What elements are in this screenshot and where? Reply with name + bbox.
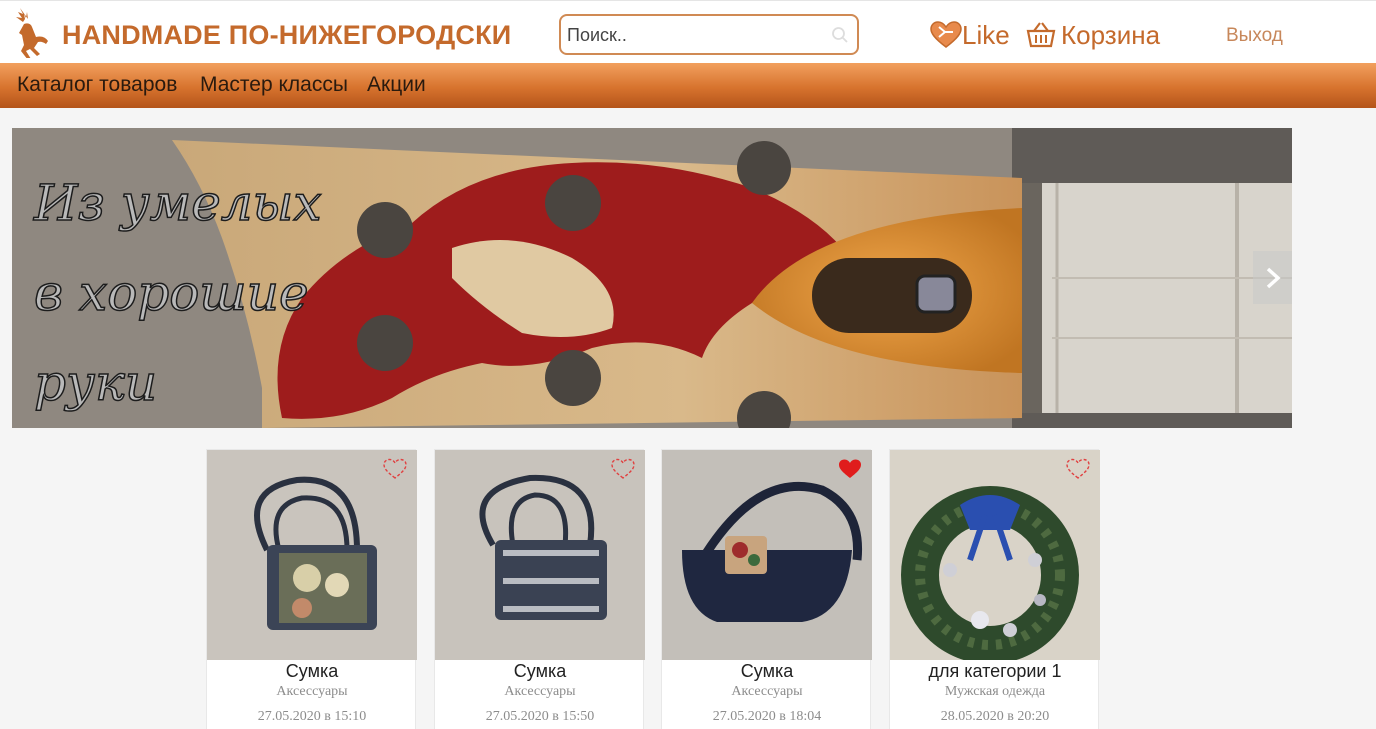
product-card[interactable]: Сумка Аксессуары 27.05.2020 в 15:10 — [206, 449, 417, 729]
product-card[interactable]: Сумка Аксессуары 27.05.2020 в 15:50 — [434, 449, 645, 729]
product-card[interactable]: Сумка Аксессуары 27.05.2020 в 18:04 — [661, 449, 872, 729]
cart-label: Корзина — [1061, 19, 1161, 50]
product-title[interactable]: для категории 1 — [890, 661, 1100, 682]
product-category: Аксессуары — [504, 684, 576, 699]
nav-item-catalog[interactable]: Каталог товаров — [17, 73, 177, 97]
banner-line-3: руки — [33, 353, 158, 413]
product-title[interactable]: Сумка — [662, 661, 872, 682]
search-box — [559, 14, 859, 55]
bag-image — [435, 450, 645, 660]
product-photo[interactable] — [890, 450, 1100, 660]
product-title[interactable]: Сумка — [435, 661, 645, 682]
cart-link[interactable]: Корзина — [1025, 19, 1160, 51]
wreath-image — [890, 450, 1100, 660]
product-category: Аксессуары — [731, 684, 803, 699]
bag-image — [662, 450, 872, 660]
slider-next-button[interactable] — [1253, 251, 1292, 304]
heart-icon — [930, 21, 962, 48]
hero-banner[interactable]: Из умелых в хорошие руки — [12, 128, 1292, 428]
product-photo[interactable] — [662, 450, 872, 660]
nav-item-promotions[interactable]: Акции — [367, 73, 426, 97]
main-nav: Каталог товаров Мастер классы Акции — [0, 63, 1376, 108]
logout-link[interactable]: Выход — [1226, 25, 1283, 47]
product-photo[interactable] — [435, 450, 645, 660]
search-input[interactable] — [567, 23, 822, 47]
search-icon[interactable] — [831, 26, 849, 44]
product-date: 28.05.2020 в 20:20 — [940, 709, 1050, 724]
product-date: 27.05.2020 в 18:04 — [712, 709, 822, 724]
product-title[interactable]: Сумка — [207, 661, 417, 682]
product-date: 27.05.2020 в 15:10 — [257, 709, 367, 724]
product-category: Аксессуары — [276, 684, 348, 699]
deer-logo-icon[interactable] — [10, 6, 52, 58]
product-category: Мужская одежда — [944, 684, 1046, 699]
banner-line-2: в хорошие — [33, 263, 309, 323]
banner-slogan: Из умелых в хорошие руки — [33, 158, 322, 428]
favorite-active-icon[interactable] — [838, 458, 862, 480]
nav-item-master-classes[interactable]: Мастер классы — [200, 73, 348, 97]
like-link[interactable]: Like — [930, 19, 1010, 51]
favorite-toggle-icon[interactable] — [383, 458, 407, 480]
site-header: HANDMADE ПО-НИЖЕГОРОДСКИ Like Корзина Вы… — [0, 0, 1376, 63]
basket-icon — [1026, 22, 1056, 48]
like-label: Like — [962, 19, 1010, 50]
chevron-right-icon — [1266, 267, 1281, 288]
favorite-toggle-icon[interactable] — [611, 458, 635, 480]
bag-image — [207, 450, 417, 660]
product-photo[interactable] — [207, 450, 417, 660]
banner-line-1: Из умелых — [33, 173, 322, 233]
product-card[interactable]: для категории 1 Мужская одежда 28.05.202… — [889, 449, 1100, 729]
product-date: 27.05.2020 в 15:50 — [485, 709, 595, 724]
favorite-toggle-icon[interactable] — [1066, 458, 1090, 480]
brand-name[interactable]: HANDMADE ПО-НИЖЕГОРОДСКИ — [62, 20, 511, 51]
